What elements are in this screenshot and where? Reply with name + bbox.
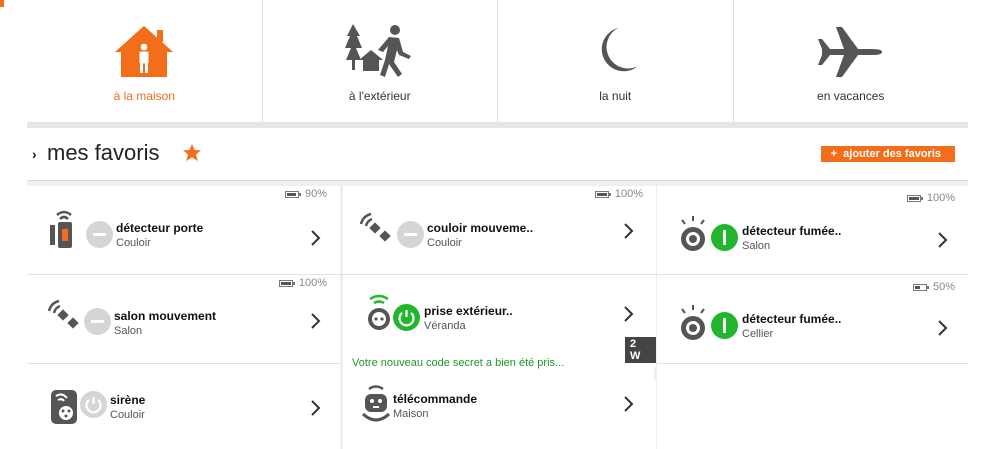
mode-home[interactable]: à la maison [27, 0, 263, 122]
device-location: Couloir [110, 409, 145, 421]
device-name: salon mouvement [114, 309, 217, 323]
chevron-right-icon[interactable] [623, 395, 635, 413]
status-on-button[interactable] [711, 224, 738, 251]
device-location: Couloir [116, 237, 151, 249]
chevron-right-icon[interactable] [937, 231, 949, 249]
power-usage-badge: 2 W [625, 337, 656, 363]
battery-icon [278, 279, 295, 287]
device-name: détecteur fumée.. [742, 312, 842, 326]
chevron-right-icon[interactable] [623, 305, 635, 323]
battery-indicator: 100% [278, 277, 327, 289]
device-location: Maison [393, 408, 429, 420]
device-name: prise extérieur.. [424, 304, 513, 318]
device-name: télécommande [393, 392, 478, 406]
smoke-detector-icon [681, 216, 705, 251]
battery-level: 100% [926, 192, 955, 204]
device-name: couloir mouveme.. [427, 221, 534, 235]
battery-level: 90% [304, 188, 327, 200]
status-off-button[interactable] [84, 308, 111, 335]
chevron-right-icon[interactable] [310, 312, 322, 330]
device-name: détecteur fumée.. [742, 224, 842, 238]
status-on-button[interactable] [711, 312, 738, 339]
airplane-icon [817, 27, 882, 77]
favorites-title: mes favoris [47, 140, 160, 165]
battery-level: 50% [932, 281, 955, 293]
battery-icon [594, 190, 611, 198]
device-location: Salon [742, 240, 771, 252]
mode-label: à la maison [113, 89, 175, 103]
device-name: détecteur porte [116, 221, 204, 235]
add-favorites-button[interactable]: + ajouter des favoris [820, 146, 955, 162]
battery-level: 100% [614, 188, 643, 200]
battery-indicator: 90% [284, 188, 327, 200]
motion-sensor-icon [359, 212, 391, 242]
device-card[interactable]: 90% détecteur porte Couloir [27, 186, 340, 274]
battery-icon [906, 194, 923, 202]
moon-icon [602, 28, 639, 72]
battery-indicator: 100% [594, 188, 643, 200]
mode-outside[interactable]: à l'extérieur [263, 0, 498, 122]
mode-label: la nuit [599, 89, 632, 103]
device-name: sirène [110, 393, 146, 407]
chevron-right-icon: › [32, 146, 37, 162]
status-off-button[interactable] [80, 391, 107, 418]
door-sensor-icon [50, 210, 72, 248]
favorites-grid: 90% détecteur porte Couloir 100% couloir… [27, 186, 968, 449]
smart-plug-icon [368, 294, 390, 330]
device-location: Cellier [742, 328, 774, 340]
status-off-button[interactable] [86, 221, 113, 248]
device-card[interactable]: sirène Couloir [27, 364, 340, 449]
device-card[interactable]: télécommande Maison [343, 380, 656, 449]
notification-message: Votre nouveau code secret a bien été pri… [352, 357, 565, 369]
motion-sensor-icon [47, 299, 79, 329]
star-icon [183, 144, 201, 161]
chevron-right-icon[interactable] [310, 399, 322, 417]
chevron-right-icon[interactable] [310, 229, 322, 247]
battery-icon [284, 190, 301, 198]
mode-bar: à la maison à l'extérieur la nuit en vac… [27, 0, 968, 122]
device-card[interactable]: 50% détecteur fumée.. Cellier [657, 275, 968, 363]
device-location: Véranda [424, 320, 466, 332]
walking-person-icon [344, 24, 411, 77]
row-divider [657, 363, 968, 364]
mode-label: à l'extérieur [348, 89, 411, 103]
chevron-right-icon[interactable] [623, 222, 635, 240]
battery-indicator: 50% [912, 281, 955, 293]
device-card[interactable]: 100% salon mouvement Salon [27, 275, 340, 363]
device-location: Couloir [427, 237, 462, 249]
favorites-header: › mes favoris + ajouter des favoris [27, 128, 968, 181]
chevron-right-icon[interactable] [937, 319, 949, 337]
corner-accent [0, 0, 4, 7]
battery-icon [912, 283, 929, 291]
mode-night[interactable]: la nuit [498, 0, 734, 122]
device-card[interactable]: 100% détecteur fumée.. Salon [657, 186, 968, 274]
battery-level: 100% [298, 277, 327, 289]
remote-control-icon [361, 385, 391, 422]
device-location: Salon [114, 325, 143, 337]
device-card[interactable]: prise extérieur.. Véranda 2 W Votre nouv… [343, 275, 656, 369]
device-card[interactable]: 100% couloir mouveme.. Couloir [343, 186, 656, 274]
status-on-button[interactable] [393, 304, 420, 331]
mode-vacation[interactable]: en vacances [734, 0, 969, 122]
smoke-detector-icon [681, 305, 705, 340]
battery-indicator: 100% [906, 192, 955, 204]
status-off-button[interactable] [397, 221, 424, 248]
house-person-icon [115, 26, 174, 77]
mode-label: en vacances [817, 89, 885, 103]
